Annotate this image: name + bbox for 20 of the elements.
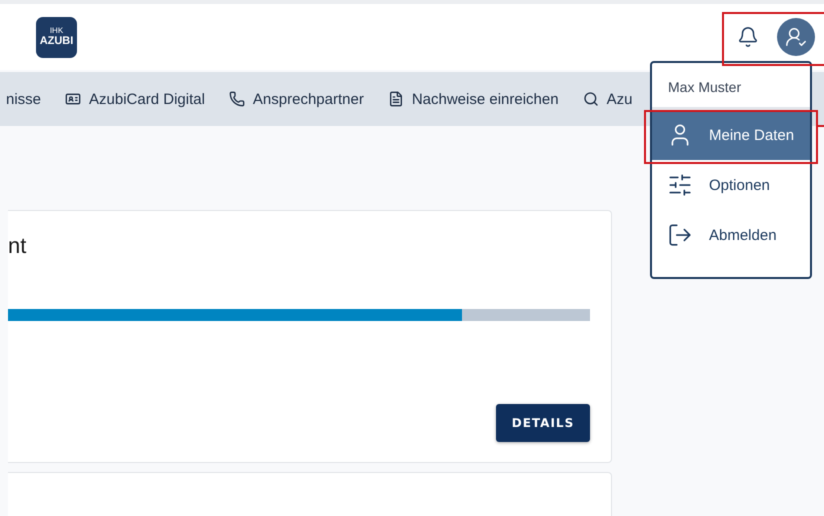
search-icon [582, 91, 599, 107]
phone-icon [228, 91, 245, 107]
nav-link[interactable]: AzubiCard Digital [65, 90, 205, 108]
nav-link[interactable]: Nachweise einreichen [388, 90, 559, 108]
details-button[interactable]: DETAILS [496, 404, 590, 442]
logo-text: IHK [50, 26, 64, 36]
nav-link[interactable]: Azu [582, 90, 632, 108]
app-logo[interactable]: IHK AZUBI [36, 16, 77, 58]
logo-text: AZUBI [40, 35, 74, 48]
card-title: nt [8, 233, 28, 259]
user-check-icon [785, 26, 807, 48]
menu-item[interactable]: Meine Daten [652, 110, 810, 160]
sliders-icon [667, 172, 693, 198]
user-avatar[interactable] [777, 18, 815, 56]
document-icon [388, 91, 404, 107]
logout-icon [667, 222, 693, 248]
nav-link[interactable]: Ansprechpartner [228, 90, 364, 108]
id-card-icon [65, 91, 82, 107]
notification-icon[interactable] [737, 26, 759, 48]
nav-link[interactable]: nisse [6, 90, 42, 108]
